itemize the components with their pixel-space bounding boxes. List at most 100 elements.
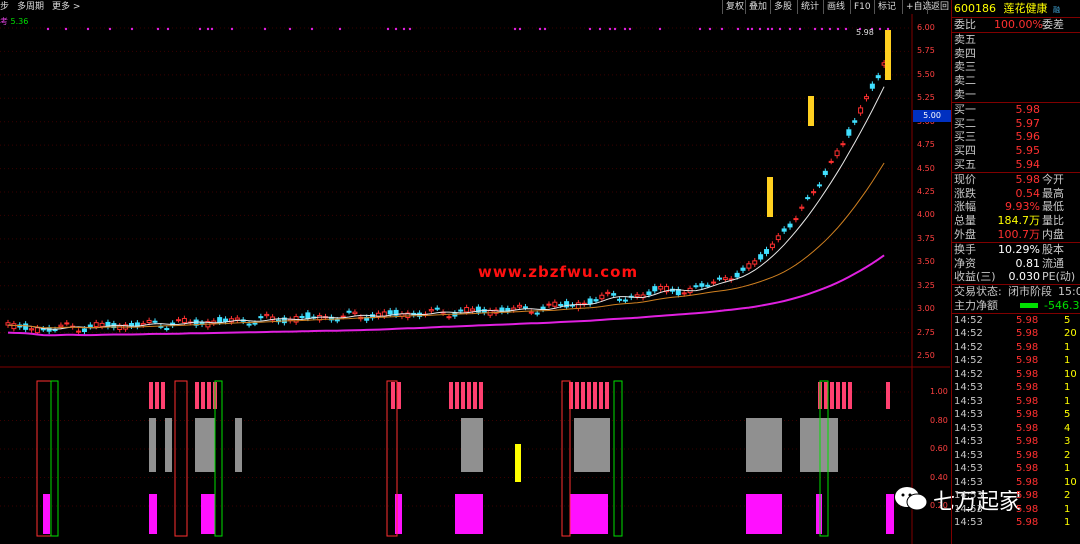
- candle-body: [428, 309, 434, 312]
- signal-dot: [820, 27, 824, 31]
- tick-price: 5.98: [1016, 314, 1039, 326]
- candle-body: [822, 170, 828, 175]
- bid-row[interactable]: 买五 5.94: [952, 158, 1080, 172]
- candlestick-chart[interactable]: [0, 0, 950, 544]
- tick-time: 14:52: [954, 328, 983, 340]
- candle-body: [299, 315, 305, 318]
- signal-dot: [64, 27, 68, 31]
- margin-tag: 融: [1053, 6, 1060, 14]
- signal-dot: [608, 27, 612, 31]
- high-price-label: 5.98: [856, 28, 874, 37]
- bid-price: 5.96: [1015, 130, 1041, 144]
- stat-label: 现价: [954, 172, 976, 186]
- magenta-block: [746, 494, 782, 534]
- signal-stripe: [886, 382, 890, 409]
- bid-row[interactable]: 买二 5.97: [952, 117, 1080, 131]
- stat-row: 外盘 100.7万 内盘: [952, 228, 1080, 242]
- candle-body: [799, 206, 805, 209]
- ask-row[interactable]: 卖一: [952, 88, 1080, 102]
- stat-row: 涨跌 0.54 最高: [952, 187, 1080, 201]
- magenta-block: [201, 494, 215, 534]
- candle-body: [81, 328, 87, 333]
- weibi-value: 100.00%: [994, 18, 1043, 31]
- signal-stripe: [461, 382, 465, 409]
- red-frame: [561, 380, 571, 537]
- candle-body: [534, 312, 540, 315]
- candle-body: [793, 218, 799, 221]
- candle-body: [722, 277, 728, 281]
- tick-time: 14:53: [954, 409, 983, 421]
- tick-price: 5.98: [1016, 368, 1039, 380]
- tick-time: 14:53: [954, 463, 983, 475]
- stat-label-2: 流通: [1042, 256, 1064, 270]
- signal-stripe: [842, 382, 846, 409]
- wechat-icon: [895, 487, 928, 511]
- ask-row[interactable]: 卖五: [952, 33, 1080, 47]
- signal-stripe: [836, 382, 840, 409]
- tick-row: 14:52 5.98 1: [952, 354, 1080, 368]
- stat-label-2: 今开: [1042, 172, 1064, 186]
- tick-row: 14:52 5.98 1: [952, 341, 1080, 355]
- bid-row[interactable]: 买三 5.96: [952, 130, 1080, 144]
- tick-volume: 1: [1064, 382, 1071, 394]
- signal-dot: [766, 27, 770, 31]
- signal-dot: [166, 27, 170, 31]
- bid-label: 买一: [954, 102, 976, 116]
- candle-body: [258, 316, 264, 319]
- stat-label-2: PE(动): [1042, 270, 1076, 284]
- tick-list[interactable]: 14:52 5.98 5 14:52 5.98 20 14:52 5.98 1 14:52 5.98…: [952, 314, 1080, 530]
- tick-volume: 5: [1064, 314, 1071, 326]
- signal-dot: [708, 27, 712, 31]
- bid-row[interactable]: 买一 5.98: [952, 103, 1080, 117]
- signal-dot: [813, 27, 817, 31]
- stat-value: 5.98: [1015, 172, 1041, 186]
- candle-body: [217, 317, 223, 323]
- tick-volume: 10: [1064, 476, 1077, 488]
- trade-status-row: 交易状态: 闭市阶段 15:00: [952, 285, 1080, 299]
- stat-value: 0.54: [1015, 186, 1041, 200]
- candle-body: [781, 228, 787, 232]
- candle-body: [340, 315, 346, 318]
- candle-body: [705, 284, 711, 287]
- candle-body: [869, 83, 875, 89]
- price-tick: 4.25: [917, 187, 935, 196]
- stat-row: 收益(三) 0.030 PE(动): [952, 270, 1080, 284]
- candle-body: [517, 304, 523, 308]
- bid-label: 买二: [954, 116, 976, 130]
- stat-row: 涨幅 9.93% 最低: [952, 200, 1080, 214]
- tick-time: 14:52: [954, 314, 983, 326]
- signal-dot: [598, 27, 602, 31]
- signal-stripe: [587, 382, 591, 409]
- signal-stripe: [201, 382, 205, 409]
- weibi-label: 委比: [954, 18, 976, 31]
- stat-label-2: 最高: [1042, 186, 1064, 200]
- tick-price: 5.98: [1016, 382, 1039, 394]
- ask-row[interactable]: 卖四: [952, 47, 1080, 61]
- signal-dot: [844, 27, 848, 31]
- signal-dot: [836, 27, 840, 31]
- lower-tick: 1.00: [930, 387, 948, 396]
- signal-dot: [746, 27, 750, 31]
- bid-row[interactable]: 买四 5.95: [952, 144, 1080, 158]
- tick-price: 5.98: [1016, 436, 1039, 448]
- candle-body: [87, 324, 93, 328]
- candle-body: [252, 322, 258, 325]
- bid-label: 买三: [954, 130, 976, 144]
- candle-body: [769, 243, 775, 249]
- price-tick: 5.50: [917, 69, 935, 79]
- candle-body: [223, 318, 229, 322]
- signal-dot: [338, 27, 342, 31]
- signal-dot: [828, 27, 832, 31]
- grey-block: [195, 418, 215, 472]
- signal-dot: [698, 27, 702, 31]
- ask-row[interactable]: 卖二: [952, 74, 1080, 88]
- ask-label: 卖二: [954, 74, 976, 88]
- main-net-row[interactable]: 主力净额 -546.3: [952, 299, 1080, 313]
- lower-tick: 0.60: [930, 444, 948, 453]
- signal-dot: [46, 27, 50, 31]
- candle-body: [176, 319, 182, 322]
- stock-code: 600186: [954, 2, 996, 15]
- ask-row[interactable]: 卖三: [952, 60, 1080, 74]
- signal-stripe: [161, 382, 165, 409]
- stat-label: 换手: [954, 242, 976, 256]
